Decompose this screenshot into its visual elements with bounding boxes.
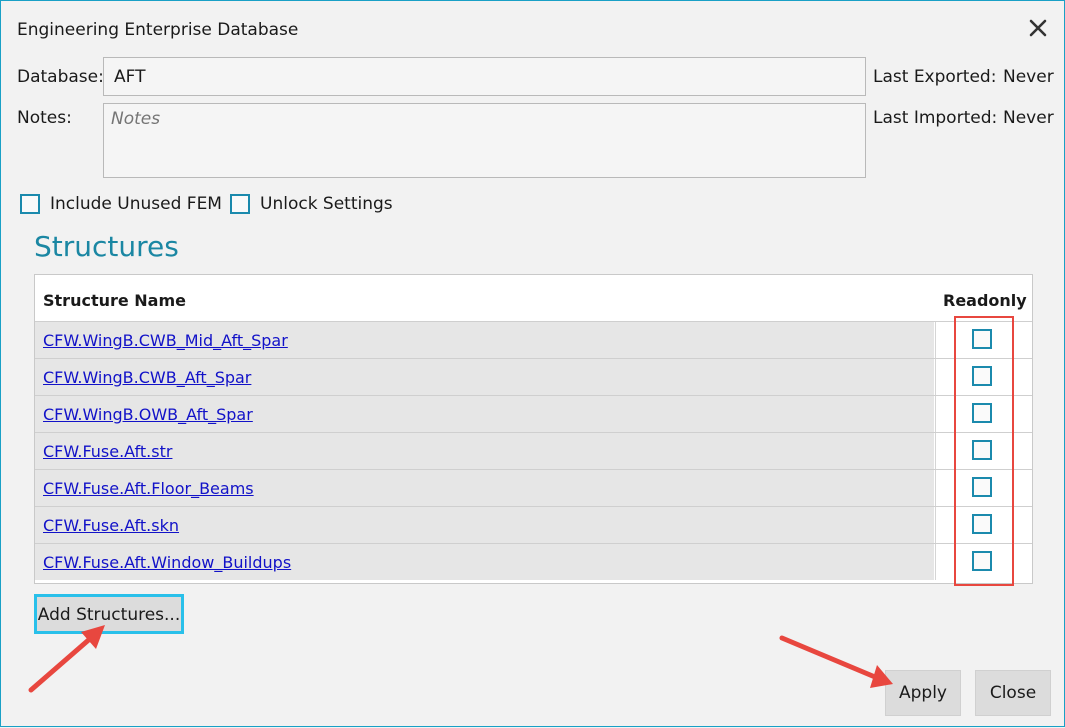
structure-link[interactable]: CFW.Fuse.Aft.str — [43, 442, 172, 461]
structure-link[interactable]: CFW.WingB.CWB_Aft_Spar — [43, 368, 251, 387]
readonly-cell — [935, 433, 1032, 469]
close-icon[interactable] — [1027, 17, 1049, 39]
last-imported-label: Last Imported: — [873, 108, 998, 128]
add-structures-button[interactable]: Add Structures... — [34, 594, 184, 634]
notes-label: Notes: — [17, 108, 72, 128]
readonly-checkbox[interactable] — [972, 551, 992, 571]
structure-name-cell: CFW.Fuse.Aft.Floor_Beams — [35, 470, 934, 506]
readonly-cell — [935, 544, 1032, 580]
structure-link[interactable]: CFW.Fuse.Aft.Window_Buildups — [43, 553, 291, 572]
last-exported-label: Last Exported: — [873, 67, 997, 87]
readonly-cell — [935, 359, 1032, 395]
structure-name-cell: CFW.WingB.OWB_Aft_Spar — [35, 396, 934, 432]
structures-heading: Structures — [34, 230, 179, 263]
readonly-checkbox[interactable] — [972, 440, 992, 460]
arrow-icon — [28, 625, 105, 693]
structure-name-cell: CFW.Fuse.Aft.skn — [35, 507, 934, 543]
last-exported-value: Never — [1003, 67, 1054, 87]
structure-link[interactable]: CFW.WingB.OWB_Aft_Spar — [43, 405, 253, 424]
table-row: CFW.Fuse.Aft.Window_Buildups — [35, 543, 1032, 580]
structure-name-cell: CFW.Fuse.Aft.str — [35, 433, 934, 469]
table-row: CFW.Fuse.Aft.skn — [35, 506, 1032, 543]
last-imported-value: Never — [1003, 108, 1054, 128]
apply-button[interactable]: Apply — [885, 670, 961, 716]
include-unused-fem-checkbox[interactable] — [20, 194, 40, 214]
arrow-icon — [779, 635, 893, 688]
structure-name-cell: CFW.WingB.CWB_Aft_Spar — [35, 359, 934, 395]
readonly-checkbox[interactable] — [972, 403, 992, 423]
table-row: CFW.WingB.OWB_Aft_Spar — [35, 395, 1032, 432]
readonly-cell — [935, 396, 1032, 432]
readonly-cell — [935, 507, 1032, 543]
structure-link[interactable]: CFW.WingB.CWB_Mid_Aft_Spar — [43, 331, 288, 350]
readonly-checkbox[interactable] — [972, 366, 992, 386]
database-label: Database: — [17, 67, 104, 87]
database-field[interactable] — [103, 57, 866, 96]
window-title: Engineering Enterprise Database — [17, 20, 299, 40]
structure-link[interactable]: CFW.Fuse.Aft.skn — [43, 516, 179, 535]
column-header-readonly[interactable]: Readonly — [943, 291, 1027, 310]
table-row: CFW.WingB.CWB_Mid_Aft_Spar — [35, 321, 1032, 358]
column-header-structure-name[interactable]: Structure Name — [43, 291, 186, 310]
readonly-cell — [935, 470, 1032, 506]
dialog-window: Engineering Enterprise Database Database… — [0, 0, 1065, 727]
structures-table: Structure Name Readonly CFW.WingB.CWB_Mi… — [34, 274, 1033, 584]
table-row: CFW.WingB.CWB_Aft_Spar — [35, 358, 1032, 395]
table-row: CFW.Fuse.Aft.str — [35, 432, 1032, 469]
table-row: CFW.Fuse.Aft.Floor_Beams — [35, 469, 1032, 506]
structure-link[interactable]: CFW.Fuse.Aft.Floor_Beams — [43, 479, 254, 498]
unlock-settings-label[interactable]: Unlock Settings — [260, 194, 393, 214]
unlock-settings-checkbox[interactable] — [230, 194, 250, 214]
readonly-checkbox[interactable] — [972, 329, 992, 349]
close-button[interactable]: Close — [975, 670, 1051, 716]
structure-name-cell: CFW.WingB.CWB_Mid_Aft_Spar — [35, 322, 934, 358]
include-unused-fem-label[interactable]: Include Unused FEM — [50, 194, 222, 214]
readonly-cell — [935, 322, 1032, 358]
notes-field[interactable] — [103, 103, 866, 178]
readonly-checkbox[interactable] — [972, 514, 992, 534]
readonly-checkbox[interactable] — [972, 477, 992, 497]
structure-name-cell: CFW.Fuse.Aft.Window_Buildups — [35, 544, 934, 580]
